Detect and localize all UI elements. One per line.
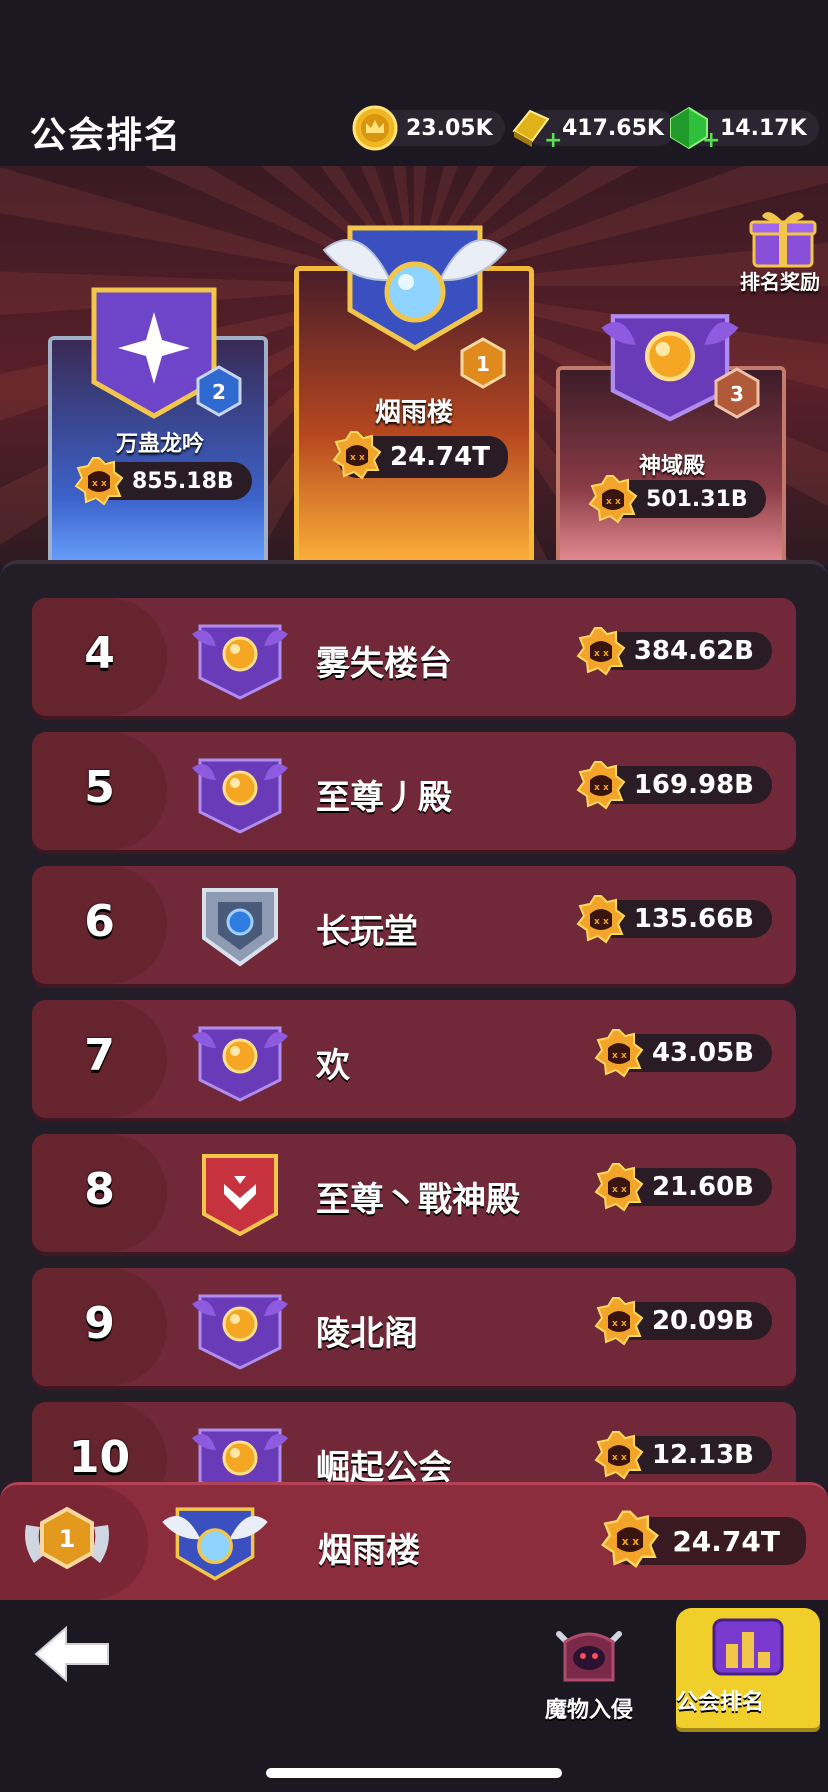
my-rank-number: 1 — [59, 1525, 76, 1553]
rank-number: 5 — [84, 762, 115, 813]
status-bar-area — [0, 0, 828, 92]
guild-score: 20.09B — [594, 1297, 772, 1345]
nav-label: 公会排名 — [676, 1690, 765, 1715]
my-guild-emblem-icon — [162, 1507, 268, 1581]
my-rank-badge-icon: 1 — [25, 1506, 109, 1570]
red-banner-emblem-icon — [202, 1154, 278, 1236]
my-guild-score: 24.74T — [601, 1510, 806, 1568]
currency-green-gem[interactable]: + 14.17K — [666, 106, 819, 153]
guild-score: 135.66B — [576, 895, 772, 943]
guild-name: 至尊丶戰神殿 — [316, 1180, 520, 1220]
bottom-nav: 魔物入侵 公会排名 — [0, 1600, 828, 1792]
guild-name: 至尊丿殿 — [316, 778, 452, 818]
podium-score-3: 501.31B — [589, 475, 766, 523]
purple-wing-emblem-icon — [190, 758, 290, 834]
guild-name: 欢 — [316, 1046, 350, 1086]
plus-icon: + — [544, 128, 563, 153]
plus-icon: + — [702, 128, 721, 153]
rank-number: 10 — [68, 1432, 131, 1483]
green-gem-icon — [670, 106, 708, 150]
crown-coin-icon — [352, 105, 398, 151]
guild-score: 384.62B — [576, 627, 772, 675]
monster-score-icon — [75, 457, 123, 505]
guild-ranking-icon — [712, 1618, 784, 1676]
ranking-row[interactable]: 4 雾失楼台 384.62B — [32, 598, 796, 716]
monster-score-icon — [601, 1510, 659, 1568]
svg-text:1: 1 — [476, 352, 490, 376]
monster-invasion-icon — [556, 1631, 622, 1682]
purple-wing-emblem-icon — [190, 1294, 290, 1370]
home-indicator[interactable] — [266, 1768, 562, 1778]
ranking-row[interactable]: 5 至尊丿殿 169.98B — [32, 732, 796, 850]
rank-number: 4 — [84, 628, 115, 679]
podium-area: 2 万蛊龙吟 855.18B 1 烟雨楼 24.74T 3 神域殿 501.31… — [0, 166, 828, 566]
monster-score-icon — [594, 1163, 643, 1211]
nav-label: 魔物入侵 — [544, 1698, 633, 1723]
rank-number: 8 — [84, 1164, 115, 1215]
monster-score-icon — [594, 1029, 643, 1077]
guild-score: 169.98B — [576, 761, 772, 809]
monster-score-icon — [576, 627, 625, 675]
guild-name: 雾失楼台 — [316, 644, 452, 684]
my-guild-row[interactable]: 1 烟雨楼 24.74T — [0, 1482, 828, 1600]
monster-score-icon — [594, 1297, 643, 1345]
currency-crown-coin[interactable]: 23.05K — [352, 105, 505, 151]
rank-1-badge-icon: 1 — [460, 337, 506, 389]
ranking-reward-label: 排名奖励 — [740, 270, 820, 294]
monster-score-icon — [576, 895, 625, 943]
rank-2-badge-icon: 2 — [196, 365, 242, 417]
guild-name: 陵北阁 — [316, 1314, 418, 1354]
podium-score-2: 855.18B — [75, 457, 252, 505]
svg-text:3: 3 — [730, 382, 744, 406]
nav-guild-ranking[interactable]: 公会排名 — [676, 1608, 820, 1728]
guild-score: 12.13B — [594, 1431, 772, 1479]
svg-text:2: 2 — [212, 380, 226, 404]
rank-number: 7 — [84, 1030, 115, 1081]
monster-score-icon — [576, 761, 625, 809]
ranking-reward-button[interactable]: 排名奖励 — [732, 206, 824, 296]
monster-score-icon — [594, 1431, 643, 1479]
ranking-row[interactable]: 9 陵北阁 20.09B — [32, 1268, 796, 1386]
podium-score-1: 24.74T — [333, 431, 508, 479]
podium-name-1: 烟雨楼 — [374, 398, 453, 428]
ranking-row[interactable]: 6 长玩堂 135.66B — [32, 866, 796, 984]
guild-score: 43.05B — [594, 1029, 772, 1077]
gift-box-icon — [749, 212, 817, 268]
top-bar: 公会排名 23.05K + 417.65K + 14.17K — [0, 92, 828, 166]
rank-number: 9 — [84, 1298, 115, 1349]
monster-score-icon — [333, 431, 381, 479]
ranking-row[interactable]: 7 欢 43.05B — [32, 1000, 796, 1118]
purple-wing-emblem-icon — [190, 1026, 290, 1102]
nav-monster-invasion[interactable]: 魔物入侵 — [530, 1622, 648, 1724]
monster-score-icon — [589, 475, 637, 523]
page-title: 公会排名 — [30, 115, 183, 156]
ranking-list[interactable]: 4 雾失楼台 384.62B 5 至尊丿殿 169.98B 6 长玩堂 135.… — [0, 560, 828, 1600]
back-arrow-icon[interactable] — [32, 1624, 112, 1684]
silver-shield-emblem-icon — [202, 888, 278, 967]
my-guild-name: 烟雨楼 — [318, 1531, 420, 1571]
gold-bar-icon — [512, 109, 550, 147]
ranking-row[interactable]: 8 至尊丶戰神殿 21.60B — [32, 1134, 796, 1252]
purple-wing-emblem-icon — [190, 624, 290, 700]
guild-name: 长玩堂 — [316, 912, 418, 952]
guild-score: 21.60B — [594, 1163, 772, 1211]
rank-3-badge-icon: 3 — [714, 367, 760, 419]
rank-number: 6 — [84, 896, 115, 947]
currency-gold-bar[interactable]: + 417.65K — [508, 106, 676, 153]
